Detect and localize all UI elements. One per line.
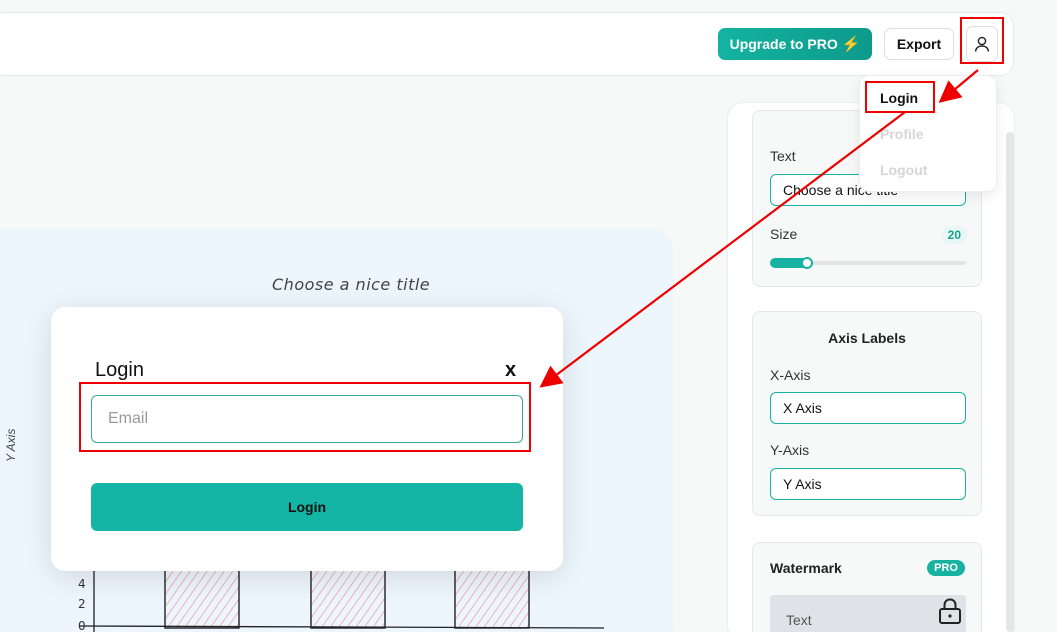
chart-y-tick-label: 4 (78, 577, 86, 591)
chart-y-tick-label: 0 (78, 619, 86, 632)
close-icon[interactable]: x (505, 359, 516, 382)
highlight-email-input (79, 382, 531, 452)
login-modal-title: Login (95, 359, 144, 381)
chart-y-tick-label: 2 (78, 597, 86, 611)
login-submit-button[interactable]: Login (91, 483, 523, 531)
